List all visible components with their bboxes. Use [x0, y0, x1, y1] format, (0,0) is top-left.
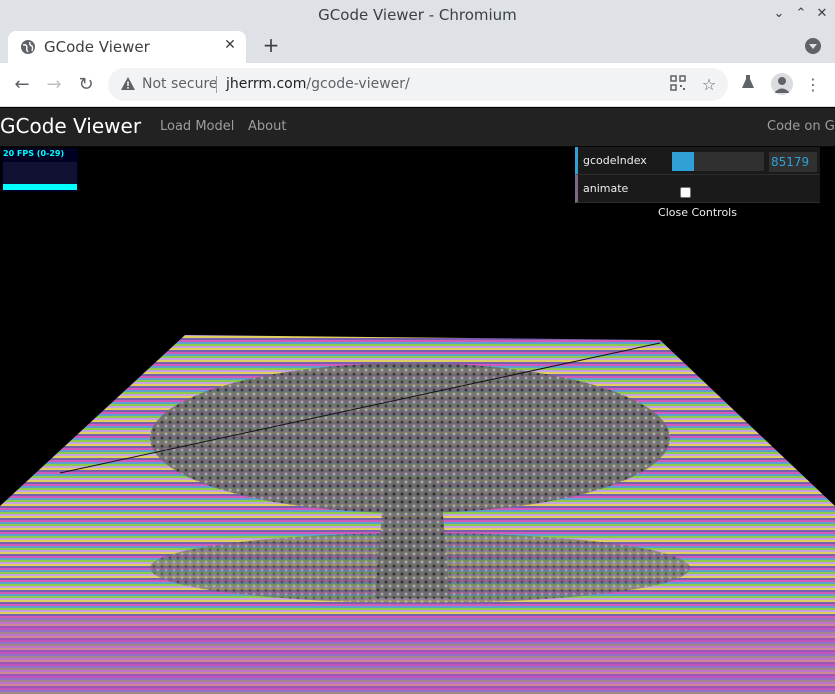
warning-icon: [121, 77, 135, 90]
brand-title[interactable]: GCode Viewer: [0, 114, 141, 138]
new-tab-button[interactable]: +: [260, 34, 282, 56]
tab-search-icon[interactable]: [805, 38, 821, 54]
print-bed-edge: [0, 618, 835, 694]
close-window-icon[interactable]: ✕: [813, 5, 831, 23]
url-host: jherrm.com: [226, 76, 307, 92]
forward-arrow-icon[interactable]: →: [40, 71, 68, 99]
minimize-icon[interactable]: ⌄: [770, 5, 788, 23]
fps-text: 20 FPS (0-29): [3, 149, 65, 158]
globe-icon: [21, 40, 35, 54]
close-controls-button[interactable]: Close Controls: [575, 203, 820, 223]
bookmark-star-icon[interactable]: ☆: [699, 75, 719, 95]
security-label[interactable]: Not secure: [142, 76, 218, 92]
app-navbar: GCode Viewer Load Model About Code on Gi…: [0, 108, 835, 147]
gcode-index-input[interactable]: 85179: [769, 152, 817, 172]
gcode-index-slider-fill: [672, 152, 695, 171]
nav-load-model[interactable]: Load Model: [160, 119, 234, 134]
model-roots: [150, 533, 690, 603]
gcode-index-row: gcodeIndex 85179: [575, 147, 820, 175]
omnibox-separator: [216, 76, 217, 93]
fps-stats-panel[interactable]: 20 FPS (0-29): [2, 148, 78, 192]
profile-avatar-icon[interactable]: [771, 73, 793, 95]
tab-gcode-viewer[interactable]: GCode Viewer ✕: [8, 31, 246, 63]
gcode-3d-viewport[interactable]: [0, 148, 835, 694]
url-path: /gcode-viewer/: [306, 76, 410, 92]
window-title: GCode Viewer - Chromium: [318, 6, 517, 24]
gcode-index-slider[interactable]: [672, 152, 764, 171]
menu-kebab-icon[interactable]: ⋮: [801, 73, 825, 97]
tab-strip: GCode Viewer ✕ +: [0, 29, 835, 63]
gcode-index-label: gcodeIndex: [583, 154, 647, 167]
nav-code-on-github[interactable]: Code on Git: [767, 119, 835, 134]
tab-title: GCode Viewer: [44, 38, 150, 56]
labs-flask-icon[interactable]: [736, 73, 760, 97]
browser-toolbar: ← → ↻ Not secure jherrm.com/gcode-viewer…: [0, 63, 835, 107]
page-content: GCode Viewer Load Model About Code on Gi…: [0, 108, 835, 694]
animate-row: animate: [575, 175, 820, 203]
controls-panel: gcodeIndex 85179 animate Close Controls: [575, 147, 820, 223]
tab-close-icon[interactable]: ✕: [222, 37, 238, 55]
qr-code-icon[interactable]: [668, 75, 688, 95]
url-text[interactable]: jherrm.com/gcode-viewer/: [226, 76, 410, 92]
animate-checkbox[interactable]: [680, 187, 691, 198]
fps-graph: [3, 162, 77, 190]
back-arrow-icon[interactable]: ←: [8, 71, 36, 99]
nav-about[interactable]: About: [248, 119, 286, 134]
reload-icon[interactable]: ↻: [72, 71, 100, 99]
maximize-icon[interactable]: ⌃: [792, 5, 810, 23]
window-titlebar: GCode Viewer - Chromium ⌄ ⌃ ✕: [0, 0, 835, 29]
address-bar[interactable]: Not secure jherrm.com/gcode-viewer/ ☆: [108, 68, 728, 101]
animate-label: animate: [583, 182, 629, 195]
fps-graph-bar: [3, 184, 77, 190]
